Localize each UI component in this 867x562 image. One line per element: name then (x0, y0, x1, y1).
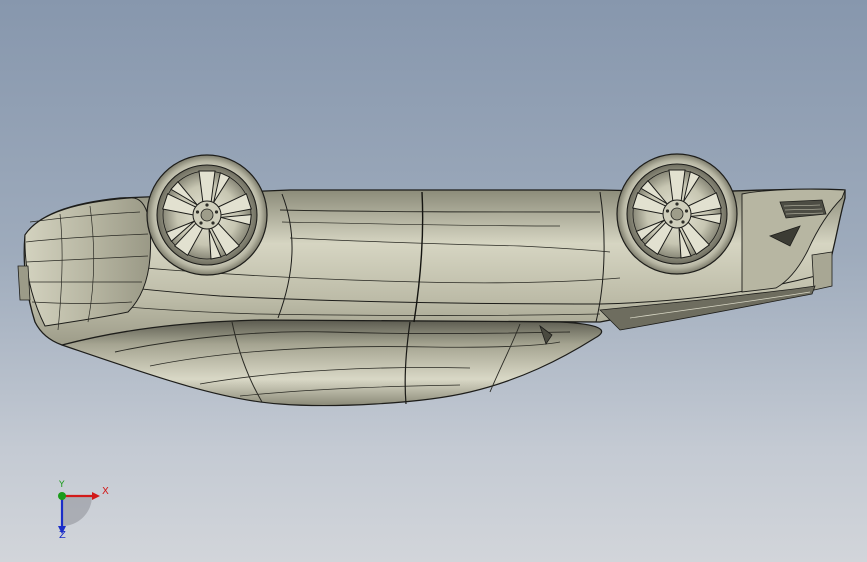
car-model[interactable] (0, 0, 867, 562)
car-roof-section (61, 317, 603, 407)
orientation-triad[interactable]: X Y Z (48, 480, 118, 546)
triad-z-label: Z (59, 530, 66, 541)
triad-x-label: X (102, 486, 109, 497)
front-wheel (146, 154, 268, 276)
triad-y-label: Y (59, 480, 65, 490)
graphics-viewport[interactable]: X Y Z (0, 0, 867, 562)
rear-wheel (616, 153, 738, 275)
